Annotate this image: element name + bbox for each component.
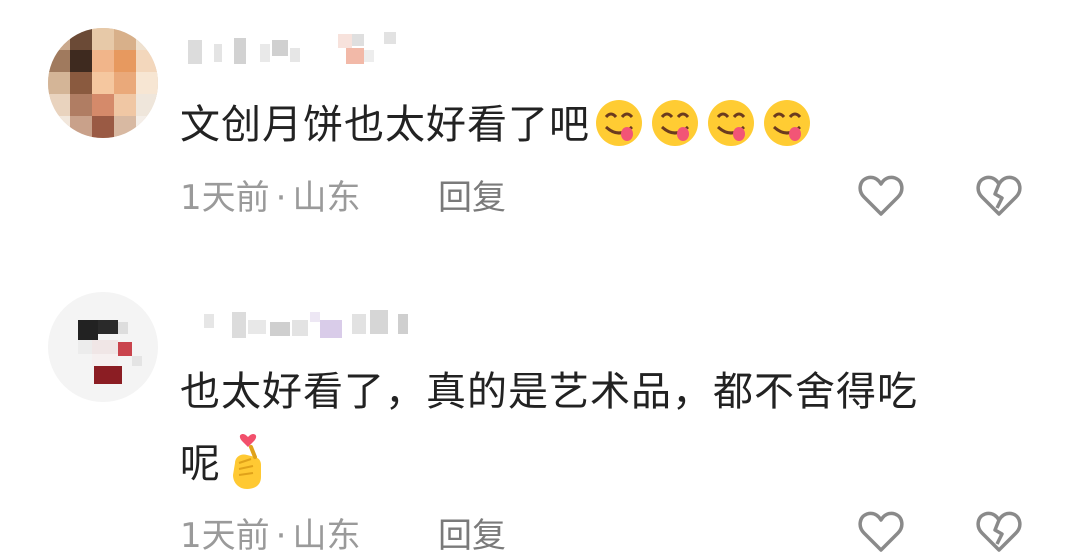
broken-heart-icon [976, 175, 1022, 216]
heart-outline-icon [858, 511, 904, 552]
heart-outline-icon [858, 175, 904, 216]
comment-item: 文创月饼也太好看了吧 1天前 · 山东 回复 [0, 0, 1080, 250]
username-redacted[interactable] [188, 304, 428, 340]
avatar[interactable] [48, 28, 158, 138]
reply-button[interactable]: 回复 [438, 516, 506, 556]
yum-face-emoji-icon [764, 100, 810, 146]
comment-text: 文创月饼也太好看了吧 [180, 95, 812, 155]
comment-text-line-1: 也太好看了，真的是艺术品，都不舍得吃 [180, 369, 918, 415]
comment-item: 也太好看了，真的是艺术品，都不舍得吃 呢 1天前 · 山东 回复 [0, 270, 1080, 558]
like-button[interactable] [856, 506, 906, 556]
comment-location: 山东 [292, 516, 361, 556]
comment-text: 也太好看了，真的是艺术品，都不舍得吃 呢 [180, 362, 918, 495]
meta-separator: · [275, 178, 287, 218]
comment-text-line-2: 呢 [180, 441, 221, 487]
comment-text-line-2-wrap: 呢 [180, 434, 918, 495]
comment-time: 1天前 [180, 178, 270, 218]
yum-face-emoji-icon [652, 100, 698, 146]
comment-meta: 1天前 · 山东 [180, 178, 360, 218]
dislike-button[interactable] [974, 170, 1024, 220]
username-redacted[interactable] [188, 30, 428, 66]
like-button[interactable] [856, 170, 906, 220]
yum-face-emoji-icon [596, 100, 642, 146]
broken-heart-icon [976, 511, 1022, 552]
comment-text-content: 文创月饼也太好看了吧 [180, 102, 590, 148]
avatar[interactable] [48, 292, 158, 402]
emoji-group [225, 433, 271, 491]
comment-meta: 1天前 · 山东 [180, 516, 360, 556]
reply-button[interactable]: 回复 [438, 178, 506, 218]
finger-heart-emoji-icon [233, 434, 261, 489]
dislike-button[interactable] [974, 506, 1024, 556]
yum-face-emoji-icon [708, 100, 754, 146]
comment-list: 文创月饼也太好看了吧 1天前 · 山东 回复 也太好看了，真的是艺术品，都不舍得… [0, 0, 1080, 558]
comment-time: 1天前 [180, 516, 270, 556]
emoji-group [594, 98, 812, 148]
comment-location: 山东 [292, 178, 361, 218]
meta-separator: · [275, 516, 287, 556]
